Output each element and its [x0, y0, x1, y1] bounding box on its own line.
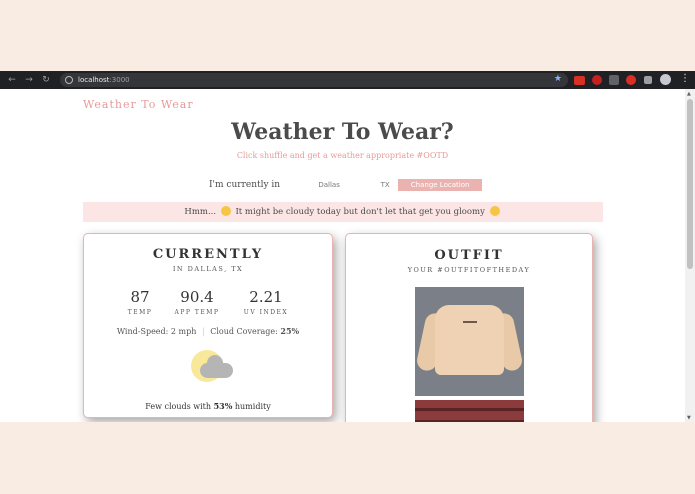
banner-text: It might be cloudy today but don't let t… — [235, 207, 485, 217]
cloud-value: 25% — [280, 326, 300, 336]
top-clothing-image — [415, 287, 524, 396]
scroll-up-arrow-icon[interactable]: ▲ — [687, 91, 691, 97]
plaid-stripe — [415, 420, 524, 422]
back-arrow-icon[interactable]: ← — [5, 73, 19, 87]
uv-index-stat: 2.21 UV INDEX — [236, 288, 296, 316]
outfit-subheading: YOUR #OUTFITOFTHEDAY — [407, 266, 531, 274]
adblock-extension-icon[interactable] — [574, 76, 585, 85]
currently-card: CURRENTLY IN DALLAS, TX 87 TEMP 90.4 APP… — [83, 233, 333, 418]
profile-avatar[interactable] — [660, 74, 671, 85]
page-content: Weather To Wear Weather To Wear? Click s… — [0, 89, 685, 422]
thinking-face-icon — [220, 205, 231, 216]
location-label: I'm currently in — [209, 180, 281, 190]
smiling-face-icon — [489, 205, 500, 216]
scroll-down-arrow-icon[interactable]: ▼ — [687, 415, 691, 421]
sweatshirt-logo — [463, 321, 477, 323]
url-text: localhost:3000 — [78, 76, 130, 84]
extensions-puzzle-icon[interactable] — [644, 76, 652, 84]
shield-extension-icon[interactable] — [609, 75, 619, 85]
extension-icon[interactable] — [626, 75, 636, 85]
separator: | — [201, 327, 205, 336]
humidity-value: 53% — [213, 401, 233, 411]
page-scrollbar[interactable]: ▲ ▼ — [685, 89, 695, 422]
browser-window: ← → ↻ localhost:3000 ★ ⋮ Weather To Wear… — [0, 71, 695, 422]
humidity-text: Few clouds with 53% humidity — [84, 401, 332, 411]
browser-toolbar: ← → ↻ localhost:3000 ★ ⋮ — [0, 71, 695, 89]
outfit-card: OUTFIT YOUR #OUTFITOFTHEDAY — [345, 233, 593, 422]
change-location-button[interactable]: Change Location — [398, 179, 483, 191]
cloud-label: Cloud Coverage: — [210, 327, 278, 336]
extension-icon[interactable] — [592, 75, 602, 85]
currently-heading: CURRENTLY — [152, 247, 264, 262]
bottom-clothing-image — [415, 400, 524, 422]
browser-menu-icon[interactable]: ⋮ — [680, 73, 690, 84]
brand-logo[interactable]: Weather To Wear — [83, 98, 194, 111]
wind-label: Wind-Speed: — [116, 327, 169, 336]
page-title: Weather To Wear? — [231, 119, 454, 145]
state-select[interactable]: TX — [375, 181, 395, 189]
currently-location: IN DALLAS, TX — [172, 265, 244, 273]
city-input[interactable] — [286, 180, 373, 190]
site-info-icon[interactable] — [65, 76, 73, 84]
banner-text-start: Hmm... — [184, 207, 217, 217]
location-form: I'm currently in TX Change Location — [209, 179, 483, 191]
outfit-heading: OUTFIT — [434, 248, 504, 263]
forward-arrow-icon[interactable]: → — [22, 73, 36, 87]
temp-value: 87 — [130, 288, 150, 306]
humidity-prefix: Few clouds with — [145, 402, 212, 411]
app-temp-value: 90.4 — [180, 288, 214, 306]
cloud-icon — [200, 355, 233, 378]
address-bar[interactable]: localhost:3000 ★ — [60, 73, 568, 87]
uv-index-label: UV INDEX — [243, 309, 289, 316]
app-temp-stat: 90.4 APP TEMP — [167, 288, 227, 316]
plaid-stripe — [415, 408, 524, 411]
weather-message-banner: Hmm... It might be cloudy today but don'… — [83, 202, 603, 222]
reload-icon[interactable]: ↻ — [39, 73, 53, 87]
temp-label: TEMP — [127, 309, 153, 316]
uv-index-value: 2.21 — [249, 288, 283, 306]
page-subtitle: Click shuffle and get a weather appropri… — [236, 151, 449, 160]
wind-cloud-info: Wind-Speed: 2 mph | Cloud Coverage: 25% — [84, 326, 332, 336]
few-clouds-icon — [191, 350, 233, 384]
sweatshirt-body — [435, 305, 504, 375]
app-temp-label: APP TEMP — [174, 309, 220, 316]
wind-value: 2 mph — [170, 327, 197, 336]
scrollbar-thumb[interactable] — [687, 99, 693, 269]
humidity-suffix: humidity — [234, 402, 271, 411]
temp-stat: 87 TEMP — [110, 288, 170, 316]
bookmark-star-icon[interactable]: ★ — [554, 74, 562, 84]
